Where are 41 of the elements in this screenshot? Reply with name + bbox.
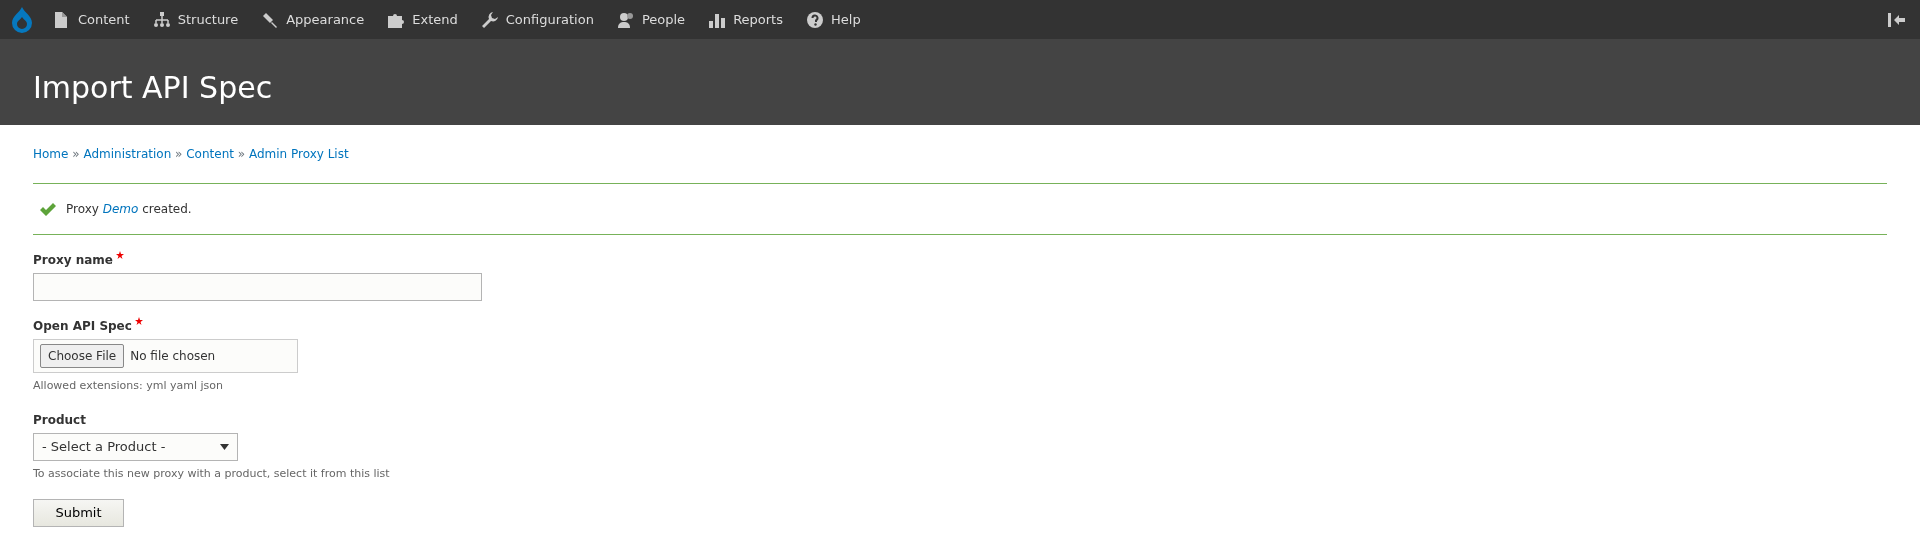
toolbar-link[interactable]: Content: [42, 0, 142, 39]
toolbar-link[interactable]: Appearance: [250, 0, 377, 39]
toolbar-link[interactable]: Reports: [697, 0, 795, 39]
breadcrumb-link[interactable]: Home: [33, 147, 69, 161]
toolbar-link[interactable]: Structure: [141, 0, 251, 39]
breadcrumb-link[interactable]: Administration: [83, 147, 172, 161]
help-text: To associate this new proxy with a product, select it from this list: [33, 465, 391, 482]
message-link[interactable]: Demo: [102, 202, 139, 216]
page-icon: [54, 11, 70, 28]
brush-icon: [262, 11, 279, 28]
breadcrumb-link[interactable]: Content: [186, 147, 234, 161]
dropdown-caret-icon: [220, 443, 229, 450]
bar-chart-icon: [709, 11, 726, 28]
puzzle-icon: [388, 11, 405, 28]
people-icon: [617, 11, 634, 28]
field-label: Open API Spec: [33, 318, 132, 335]
toolbar-link[interactable]: Help: [795, 0, 873, 39]
toolbar-link[interactable]: People: [605, 0, 698, 39]
collapse-icon[interactable]: [1888, 12, 1906, 27]
help-icon: [807, 11, 823, 28]
breadcrumb-separator: »: [174, 147, 184, 161]
toolbar-link[interactable]: Configuration: [469, 0, 606, 39]
checkmark-icon: [39, 202, 56, 216]
page-title: Import API Spec: [33, 70, 273, 106]
file-field[interactable]: Choose File No file chosen: [33, 339, 298, 373]
file-status: No file chosen: [130, 348, 216, 365]
hierarchy-icon: [153, 11, 170, 28]
help-text: Allowed extensions: yml yaml json: [33, 378, 224, 394]
choose-file-button[interactable]: Choose File: [40, 344, 125, 368]
field-label: Proxy name: [33, 252, 113, 269]
submit-button[interactable]: Submit: [33, 499, 124, 527]
breadcrumb-separator: »: [236, 147, 247, 161]
breadcrumb-separator: »: [71, 147, 81, 161]
field-label: Product: [33, 411, 86, 429]
breadcrumb-link[interactable]: Admin Proxy List: [248, 147, 349, 161]
drop-logo-icon[interactable]: [10, 5, 34, 34]
wrench-icon: [481, 11, 498, 28]
product-dropdown[interactable]: - Select a Product -: [33, 432, 238, 461]
toolbar-link[interactable]: Extend: [376, 0, 470, 39]
status-message: Proxy Demo created.: [66, 201, 192, 218]
text-field[interactable]: [33, 273, 482, 301]
